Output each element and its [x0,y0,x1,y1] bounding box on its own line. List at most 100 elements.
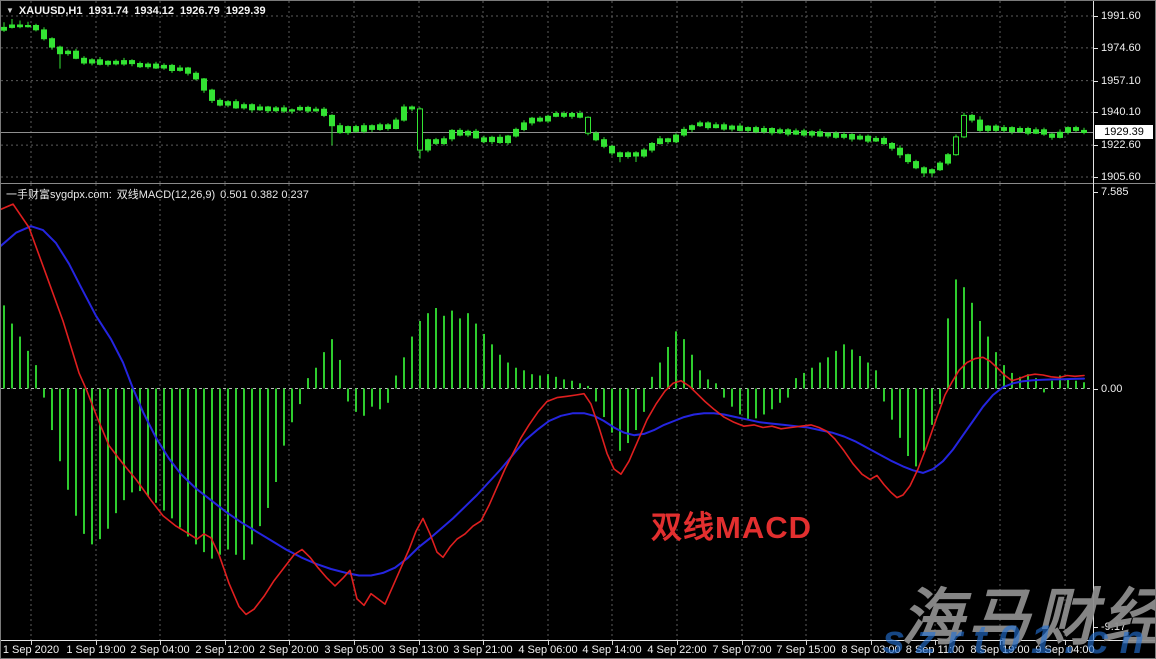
candle-body [282,108,287,111]
candle-body [210,90,215,100]
candle-body [754,128,759,132]
candle-body [306,107,311,111]
price-axis-label: 1905.60 [1101,171,1141,183]
candle-body [834,133,839,137]
candle-body [354,127,359,132]
time-axis-label: 1 Sep 2020 [3,644,59,656]
candle-body [202,79,207,90]
candle-body [658,139,663,144]
time-axis-tick [806,641,807,645]
ohlc-low: 1926.79 [180,5,220,17]
candle-body [226,102,231,105]
time-axis-tick [742,641,743,645]
candle-body [194,73,199,79]
candle-body [378,125,383,130]
price-chart-canvas[interactable] [1,1,1093,184]
candle-body [266,107,271,111]
candle-body [586,117,591,133]
candle-body [634,153,639,156]
price-axis-label: 1940.10 [1101,106,1141,118]
candle-body [666,139,671,142]
candle-body [394,120,399,128]
indicator-values: 0.501 0.382 0.237 [220,189,309,201]
symbol-marker-icon: ▼ [6,6,14,15]
time-axis-tick [225,641,226,645]
candle-body [498,137,503,142]
time-axis-tick [612,641,613,645]
time-axis-tick [354,641,355,645]
ohlc-open: 1931.74 [89,5,129,17]
candle-body [554,114,559,117]
candle-body [18,25,23,27]
candle-body [1074,128,1079,131]
candle-body [186,68,191,73]
candle-body [106,61,111,64]
candle-body [1002,128,1007,131]
candle-body [642,150,647,156]
time-axis-label: 2 Sep 04:00 [130,644,189,656]
candle-body [538,118,543,121]
price-axis-label: 1957.10 [1101,75,1141,87]
price-axis-tick [1093,48,1098,49]
candle-body [1018,129,1023,132]
candle-body [162,65,167,68]
candle-body [602,140,607,147]
macd-axis-label: 0.00 [1101,383,1122,395]
candle-body [458,130,463,135]
candle-body [346,127,351,133]
time-axis-label: 4 Sep 22:00 [647,644,706,656]
url-watermark: szrt01.cn [883,618,1155,659]
candle-body [570,114,575,117]
time-axis-tick [96,641,97,645]
time-axis-label: 3 Sep 21:00 [453,644,512,656]
candle-body [146,64,151,67]
candle-body [786,130,791,134]
candle-body [930,170,935,173]
candle-body [482,138,487,142]
time-axis-label: 4 Sep 06:00 [518,644,577,656]
candle-body [858,136,863,139]
candle-body [514,129,519,136]
candle-body [778,130,783,133]
candle-body [314,109,319,111]
panel-separator[interactable] [1,183,1156,184]
price-axis-tick [1093,81,1098,82]
candle-body [626,153,631,157]
candle-body [530,118,535,123]
candle-body [1066,128,1071,133]
time-axis-tick [289,641,290,645]
candle-body [690,126,695,130]
candle-body [410,107,415,109]
time-axis-tick [160,641,161,645]
candle-body [330,115,335,125]
candle-body [362,126,367,132]
ohlc-high: 1934.12 [134,5,174,17]
price-axis-label: 1922.60 [1101,139,1141,151]
candle-body [274,108,279,111]
indicator-name-label: 双线MACD(12,26,9) [117,189,215,201]
macd-overlay-label: 双线MACD [651,502,812,547]
candle-body [986,126,991,130]
price-axis-label: 1974.60 [1101,42,1141,54]
macd-axis-label: 7.585 [1101,186,1129,198]
price-axis-tick [1093,177,1098,178]
candle-body [562,114,567,117]
time-axis-tick [677,641,678,645]
candle-body [906,155,911,162]
candle-body [50,39,55,47]
time-axis-tick [419,641,420,645]
time-axis-tick [548,641,549,645]
indicator-header: 一手财富sygdpx.com: 双线MACD(12,26,9) 0.501 0.38… [6,186,314,202]
candle-body [1042,130,1047,134]
candle-body [10,25,15,27]
candle-body [994,126,999,130]
candle-body [370,126,375,130]
candle-body [594,133,599,140]
candle-body [802,131,807,135]
candle-body [338,126,343,133]
candle-body [34,26,39,30]
symbol-period-label: XAUUSD,H1 [19,5,83,17]
indicator-vendor-label: 一手财富sygdpx.com: [6,189,112,201]
current-price-badge: 1929.39 [1095,125,1153,139]
candle-body [154,64,159,68]
